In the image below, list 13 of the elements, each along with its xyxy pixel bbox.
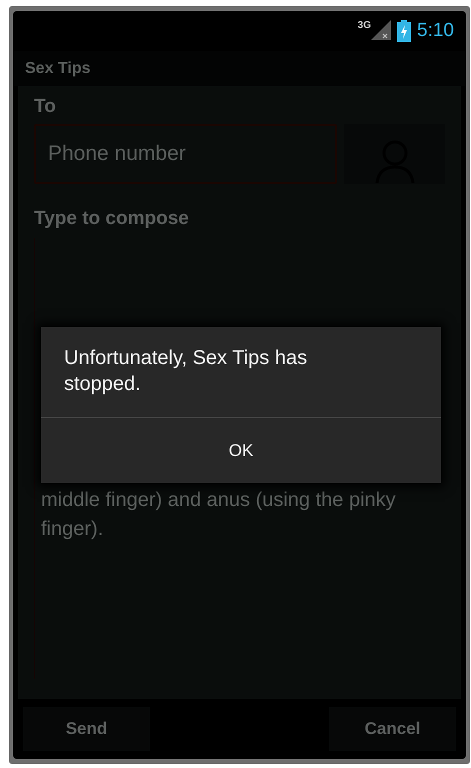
signal-icon bbox=[371, 20, 392, 40]
send-button[interactable]: Send bbox=[23, 707, 150, 751]
dialog-message: Unfortunately, Sex Tips has stopped. bbox=[41, 327, 441, 418]
ok-button[interactable]: OK bbox=[41, 418, 441, 483]
cancel-button[interactable]: Cancel bbox=[329, 707, 456, 751]
network-type: 3G bbox=[358, 20, 372, 31]
app-title: Sex Tips bbox=[25, 60, 91, 78]
to-label: To bbox=[34, 96, 57, 118]
clock: 5:10 bbox=[417, 20, 454, 42]
phone-number-field[interactable]: Phone number bbox=[34, 124, 337, 184]
message-text: middle finger) and anus (using the pinky finger). bbox=[41, 488, 397, 542]
battery-charging-icon bbox=[397, 20, 412, 42]
compose-label: Type to compose bbox=[34, 208, 190, 230]
